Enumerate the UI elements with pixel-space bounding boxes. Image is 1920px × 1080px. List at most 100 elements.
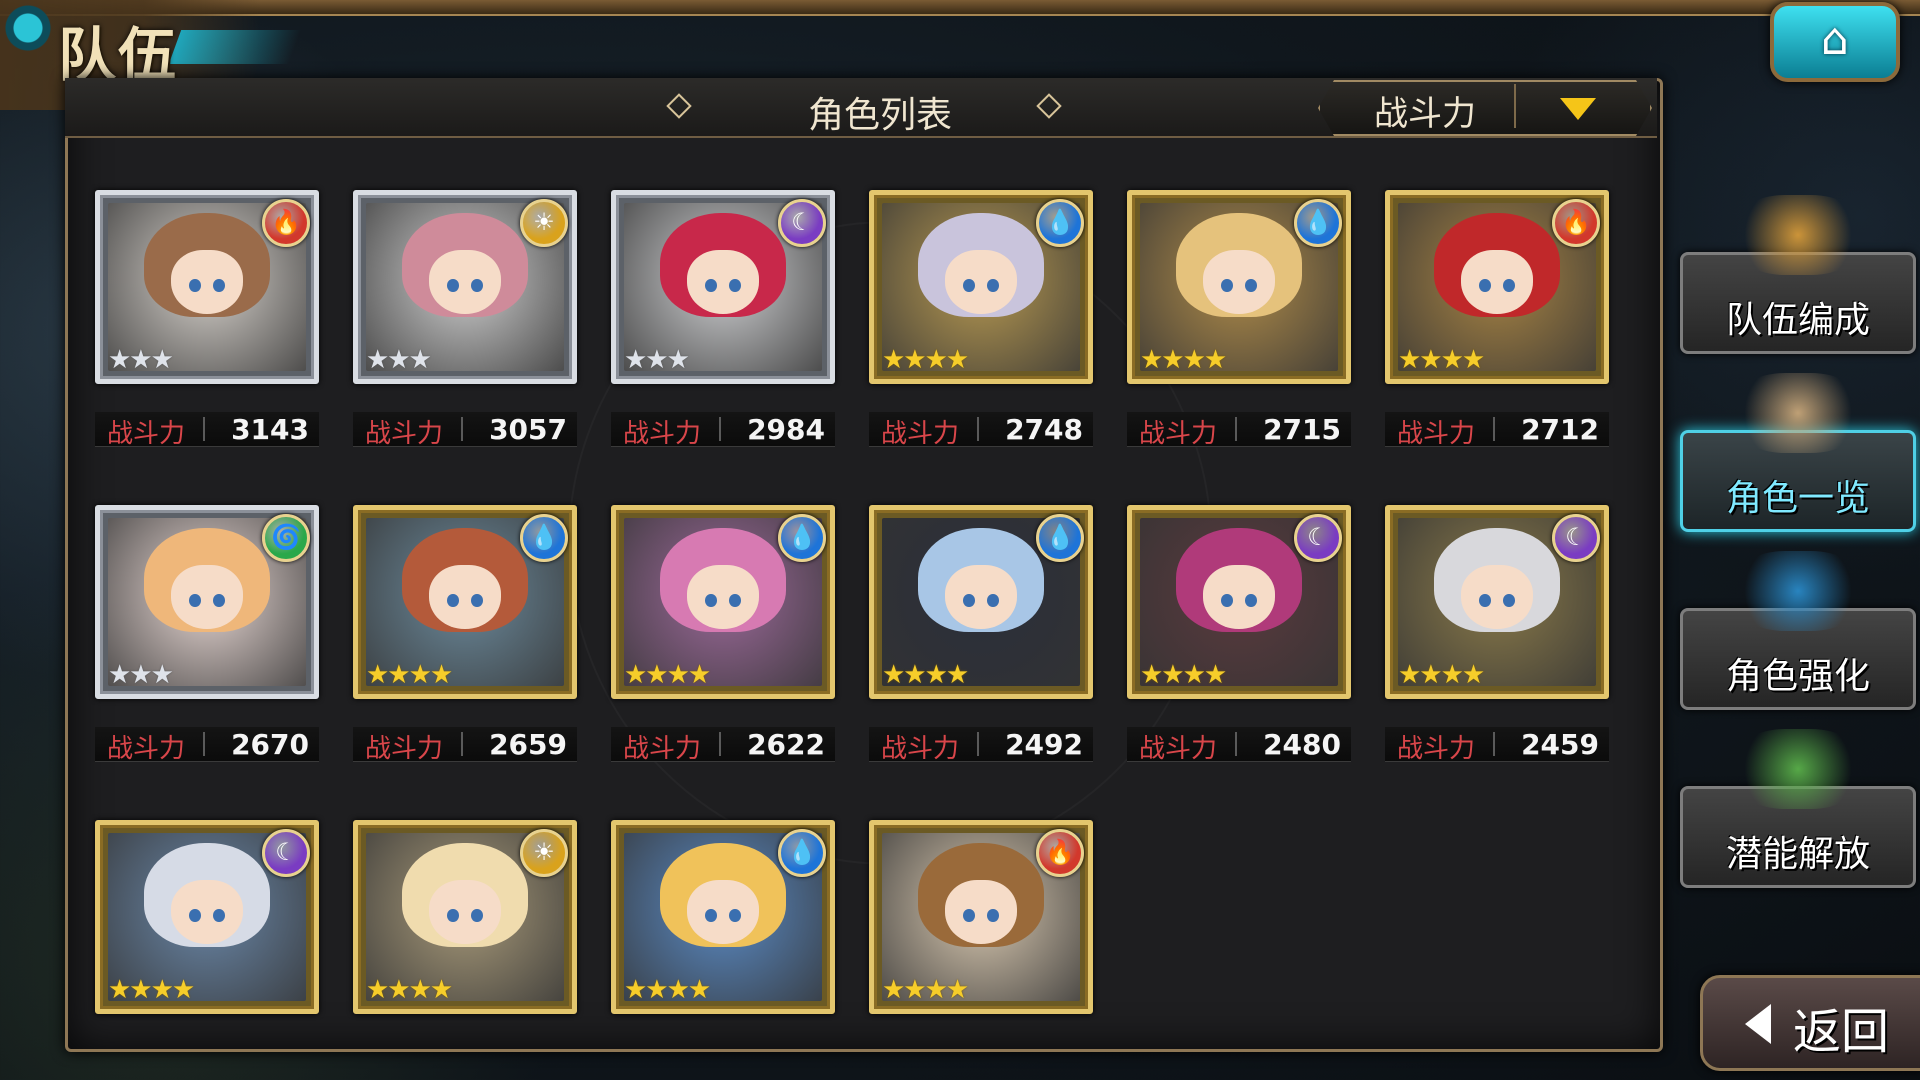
title-ribbon (168, 30, 302, 64)
star-rating: ★★★ (624, 345, 690, 375)
character-eye (963, 593, 976, 608)
side-button-illustration (1733, 551, 1863, 631)
power-label: 战斗力 (881, 419, 960, 449)
character-portrait[interactable]: ☀ ★★★★ (353, 820, 577, 1014)
character-eye (189, 278, 202, 293)
character-face (945, 250, 1017, 314)
character-eye (1221, 593, 1234, 608)
character-eye (705, 278, 718, 293)
power-value: 2622 (747, 728, 825, 761)
character-eye (728, 278, 741, 293)
character-card[interactable]: 💧 ★★★★ (611, 820, 835, 1014)
character-card[interactable]: ☀ ★★★★ (353, 820, 577, 1014)
power-label: 战斗力 (623, 734, 702, 764)
power-bar: 战斗力 2670 (95, 727, 319, 764)
character-portrait[interactable]: 💧 ★★★★ (611, 820, 835, 1014)
side-button-team-formation[interactable]: 队伍编成 (1680, 195, 1916, 354)
character-card[interactable]: 🔥 ★★★★ 战斗力 2712 (1385, 190, 1609, 449)
character-card[interactable]: ☀ ★★★ 战斗力 3057 (353, 190, 577, 449)
character-card[interactable]: 💧 ★★★★ 战斗力 2492 (869, 505, 1093, 764)
power-value: 3143 (231, 413, 309, 446)
side-button-character-list[interactable]: 角色一览 (1680, 373, 1916, 532)
character-eye (470, 278, 483, 293)
character-eye (705, 908, 718, 923)
star-rating: ★★★★ (624, 975, 711, 1005)
character-card[interactable]: 💧 ★★★★ 战斗力 2748 (869, 190, 1093, 449)
character-portrait[interactable]: 💧 ★★★★ (353, 505, 577, 699)
character-portrait[interactable]: ☾ ★★★ (611, 190, 835, 384)
character-eye (447, 908, 460, 923)
back-button-label: 返回 (1793, 1004, 1890, 1060)
power-bar: 战斗力 3143 (95, 412, 319, 449)
character-card[interactable]: ☾ ★★★★ (95, 820, 319, 1014)
character-portrait[interactable]: 💧 ★★★★ (611, 505, 835, 699)
power-divider (977, 732, 979, 756)
power-value: 2459 (1521, 728, 1599, 761)
side-button-label: 队伍编成 (1725, 300, 1870, 341)
back-arrow-icon (1745, 1004, 1771, 1044)
character-portrait[interactable]: 💧 ★★★★ (869, 505, 1093, 699)
power-value: 2715 (1263, 413, 1341, 446)
sort-dropdown-label[interactable]: 战斗力 (1350, 86, 1500, 135)
fire-element-icon: 🔥 (262, 199, 310, 247)
character-portrait[interactable]: 🔥 ★★★★ (869, 820, 1093, 1014)
wind-element-icon: 🌀 (262, 514, 310, 562)
character-eye (986, 593, 999, 608)
power-divider (1493, 732, 1495, 756)
power-value: 2670 (231, 728, 309, 761)
character-eye (705, 593, 718, 608)
star-rating: ★★★★ (366, 660, 453, 690)
star-rating: ★★★★ (882, 345, 969, 375)
chevron-down-icon[interactable] (1560, 98, 1596, 120)
dark-element-icon: ☾ (778, 199, 826, 247)
character-card[interactable]: 💧 ★★★★ 战斗力 2715 (1127, 190, 1351, 449)
side-button-potential-unlock[interactable]: 潜能解放 (1680, 729, 1916, 888)
character-card[interactable]: 💧 ★★★★ 战斗力 2622 (611, 505, 835, 764)
star-rating: ★★★★ (1398, 345, 1485, 375)
character-portrait[interactable]: 🔥 ★★★ (95, 190, 319, 384)
power-divider (1493, 417, 1495, 441)
star-rating: ★★★★ (1140, 660, 1227, 690)
character-portrait[interactable]: 🌀 ★★★ (95, 505, 319, 699)
character-eye (1244, 278, 1257, 293)
power-value: 2492 (1005, 728, 1083, 761)
power-bar: 战斗力 2659 (353, 727, 577, 764)
star-rating: ★★★★ (1398, 660, 1485, 690)
character-eye (212, 278, 225, 293)
character-card[interactable]: 🔥 ★★★★ (869, 820, 1093, 1014)
character-card[interactable]: 💧 ★★★★ 战斗力 2659 (353, 505, 577, 764)
home-button[interactable]: ⌂ (1770, 2, 1900, 82)
character-card[interactable]: 🔥 ★★★ 战斗力 3143 (95, 190, 319, 449)
back-button[interactable]: 返回 (1700, 975, 1920, 1071)
character-portrait[interactable]: ☾ ★★★★ (1385, 505, 1609, 699)
character-eye (447, 278, 460, 293)
character-portrait[interactable]: 💧 ★★★★ (1127, 190, 1351, 384)
character-face (171, 250, 243, 314)
character-portrait[interactable]: 💧 ★★★★ (869, 190, 1093, 384)
character-face (1203, 565, 1275, 629)
character-card[interactable]: 🌀 ★★★ 战斗力 2670 (95, 505, 319, 764)
side-button-character-enhance[interactable]: 角色强化 (1680, 551, 1916, 710)
character-portrait[interactable]: ☀ ★★★ (353, 190, 577, 384)
power-divider (1235, 417, 1237, 441)
character-card[interactable]: ☾ ★★★ 战斗力 2984 (611, 190, 835, 449)
side-button-label: 角色一览 (1725, 478, 1870, 519)
character-face (171, 880, 243, 944)
side-button-illustration (1733, 195, 1863, 275)
character-eye (1479, 593, 1492, 608)
star-rating: ★★★★ (1140, 345, 1227, 375)
character-portrait[interactable]: 🔥 ★★★★ (1385, 190, 1609, 384)
character-eye (470, 593, 483, 608)
character-portrait[interactable]: ☾ ★★★★ (95, 820, 319, 1014)
character-face (429, 250, 501, 314)
character-eye (212, 593, 225, 608)
home-icon: ⌂ (1821, 14, 1849, 65)
power-divider (977, 417, 979, 441)
power-value: 2748 (1005, 413, 1083, 446)
character-portrait[interactable]: ☾ ★★★★ (1127, 505, 1351, 699)
character-card[interactable]: ☾ ★★★★ 战斗力 2480 (1127, 505, 1351, 764)
character-card[interactable]: ☾ ★★★★ 战斗力 2459 (1385, 505, 1609, 764)
dark-element-icon: ☾ (262, 829, 310, 877)
star-rating: ★★★★ (882, 660, 969, 690)
power-value: 3057 (489, 413, 567, 446)
